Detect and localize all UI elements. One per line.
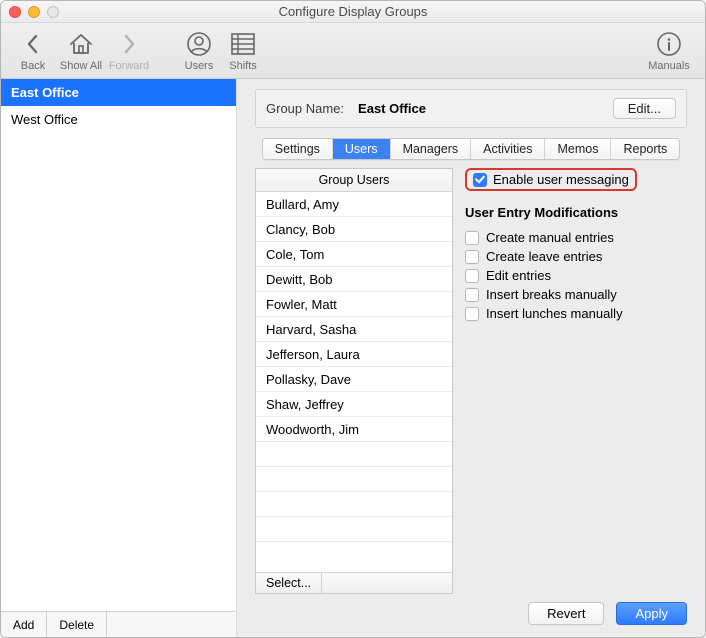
list-item[interactable]: Cole, Tom bbox=[256, 242, 452, 267]
option-create-manual[interactable]: Create manual entries bbox=[465, 228, 687, 247]
tab-activities[interactable]: Activities bbox=[471, 139, 545, 159]
list-icon bbox=[230, 29, 256, 59]
forward-button[interactable]: Forward bbox=[107, 29, 151, 72]
checkbox[interactable] bbox=[465, 288, 479, 302]
list-item-empty: . bbox=[256, 492, 452, 517]
list-item[interactable]: Bullard, Amy bbox=[256, 192, 452, 217]
tab-bar: Settings Users Managers Activities Memos… bbox=[255, 138, 687, 160]
back-label: Back bbox=[21, 60, 45, 72]
checkbox[interactable] bbox=[465, 307, 479, 321]
close-icon[interactable] bbox=[9, 6, 21, 18]
checkbox[interactable] bbox=[465, 269, 479, 283]
list-item[interactable]: Fowler, Matt bbox=[256, 292, 452, 317]
shifts-label: Shifts bbox=[229, 60, 257, 72]
shifts-button[interactable]: Shifts bbox=[221, 29, 265, 72]
back-button[interactable]: Back bbox=[11, 29, 55, 72]
home-icon bbox=[68, 29, 94, 59]
main-panel: Group Name: East Office Edit... Settings… bbox=[237, 79, 705, 637]
users-button[interactable]: Users bbox=[177, 29, 221, 72]
chevron-right-icon bbox=[120, 29, 138, 59]
tab-settings[interactable]: Settings bbox=[263, 139, 333, 159]
option-edit-entries[interactable]: Edit entries bbox=[465, 266, 687, 285]
list-item[interactable]: Pollasky, Dave bbox=[256, 367, 452, 392]
users-label: Users bbox=[185, 60, 214, 72]
window: Configure Display Groups Back Show All bbox=[0, 0, 706, 638]
zoom-icon[interactable] bbox=[47, 6, 59, 18]
list-item[interactable]: Harvard, Sasha bbox=[256, 317, 452, 342]
checkbox[interactable] bbox=[465, 231, 479, 245]
window-controls bbox=[9, 6, 59, 18]
window-title: Configure Display Groups bbox=[279, 4, 428, 19]
manuals-label: Manuals bbox=[648, 60, 690, 72]
show-all-button[interactable]: Show All bbox=[55, 29, 107, 72]
enable-messaging-checkbox[interactable] bbox=[473, 173, 487, 187]
list-item[interactable]: Jefferson, Laura bbox=[256, 342, 452, 367]
group-users-body[interactable]: Bullard, Amy Clancy, Bob Cole, Tom Dewit… bbox=[256, 192, 452, 572]
group-name-row: Group Name: East Office Edit... bbox=[255, 89, 687, 128]
list-item-empty: . bbox=[256, 517, 452, 542]
sidebar-footer-spacer bbox=[107, 612, 236, 637]
tab-memos[interactable]: Memos bbox=[545, 139, 611, 159]
option-label: Create manual entries bbox=[486, 230, 614, 245]
edit-button[interactable]: Edit... bbox=[613, 98, 676, 119]
option-label: Insert breaks manually bbox=[486, 287, 617, 302]
manuals-button[interactable]: Manuals bbox=[643, 29, 695, 72]
group-name-label: Group Name: bbox=[266, 101, 344, 116]
add-button[interactable]: Add bbox=[1, 612, 47, 637]
list-item[interactable]: Shaw, Jeffrey bbox=[256, 392, 452, 417]
group-users-header: Group Users bbox=[256, 169, 452, 192]
sidebar-list: East Office West Office bbox=[1, 79, 236, 611]
tab-reports[interactable]: Reports bbox=[611, 139, 679, 159]
option-label: Create leave entries bbox=[486, 249, 602, 264]
option-label: Edit entries bbox=[486, 268, 551, 283]
content: East Office West Office Add Delete Group… bbox=[1, 79, 705, 637]
titlebar: Configure Display Groups bbox=[1, 1, 705, 23]
chevron-left-icon bbox=[24, 29, 42, 59]
checkbox[interactable] bbox=[465, 250, 479, 264]
sidebar: East Office West Office Add Delete bbox=[1, 79, 237, 637]
list-item-empty: . bbox=[256, 467, 452, 492]
group-users-list: Group Users Bullard, Amy Clancy, Bob Col… bbox=[255, 168, 453, 594]
enable-messaging-row[interactable]: Enable user messaging bbox=[465, 168, 637, 191]
option-create-leave[interactable]: Create leave entries bbox=[465, 247, 687, 266]
forward-label: Forward bbox=[109, 60, 149, 72]
group-name-value: East Office bbox=[358, 101, 426, 116]
user-icon bbox=[186, 29, 212, 59]
enable-messaging-label: Enable user messaging bbox=[493, 172, 629, 187]
sidebar-item-west-office[interactable]: West Office bbox=[1, 106, 236, 133]
list-item[interactable]: Clancy, Bob bbox=[256, 217, 452, 242]
show-all-label: Show All bbox=[60, 60, 102, 72]
tab-managers[interactable]: Managers bbox=[391, 139, 472, 159]
footer: Revert Apply bbox=[255, 594, 687, 625]
delete-button[interactable]: Delete bbox=[47, 612, 107, 637]
revert-button[interactable]: Revert bbox=[528, 602, 604, 625]
list-item[interactable]: Dewitt, Bob bbox=[256, 267, 452, 292]
option-insert-breaks[interactable]: Insert breaks manually bbox=[465, 285, 687, 304]
select-button[interactable]: Select... bbox=[256, 573, 322, 593]
info-icon bbox=[656, 29, 682, 59]
options-column: Enable user messaging User Entry Modific… bbox=[465, 168, 687, 594]
option-label: Insert lunches manually bbox=[486, 306, 623, 321]
tab-panel: Group Users Bullard, Amy Clancy, Bob Col… bbox=[255, 168, 687, 594]
minimize-icon[interactable] bbox=[28, 6, 40, 18]
apply-button[interactable]: Apply bbox=[616, 602, 687, 625]
list-item[interactable]: Woodworth, Jim bbox=[256, 417, 452, 442]
tab-users[interactable]: Users bbox=[333, 139, 391, 159]
toolbar: Back Show All Forward Users bbox=[1, 23, 705, 79]
option-insert-lunches[interactable]: Insert lunches manually bbox=[465, 304, 687, 323]
sidebar-footer: Add Delete bbox=[1, 611, 236, 637]
list-item-empty: . bbox=[256, 442, 452, 467]
user-entry-mod-header: User Entry Modifications bbox=[465, 205, 687, 220]
sidebar-item-east-office[interactable]: East Office bbox=[1, 79, 236, 106]
